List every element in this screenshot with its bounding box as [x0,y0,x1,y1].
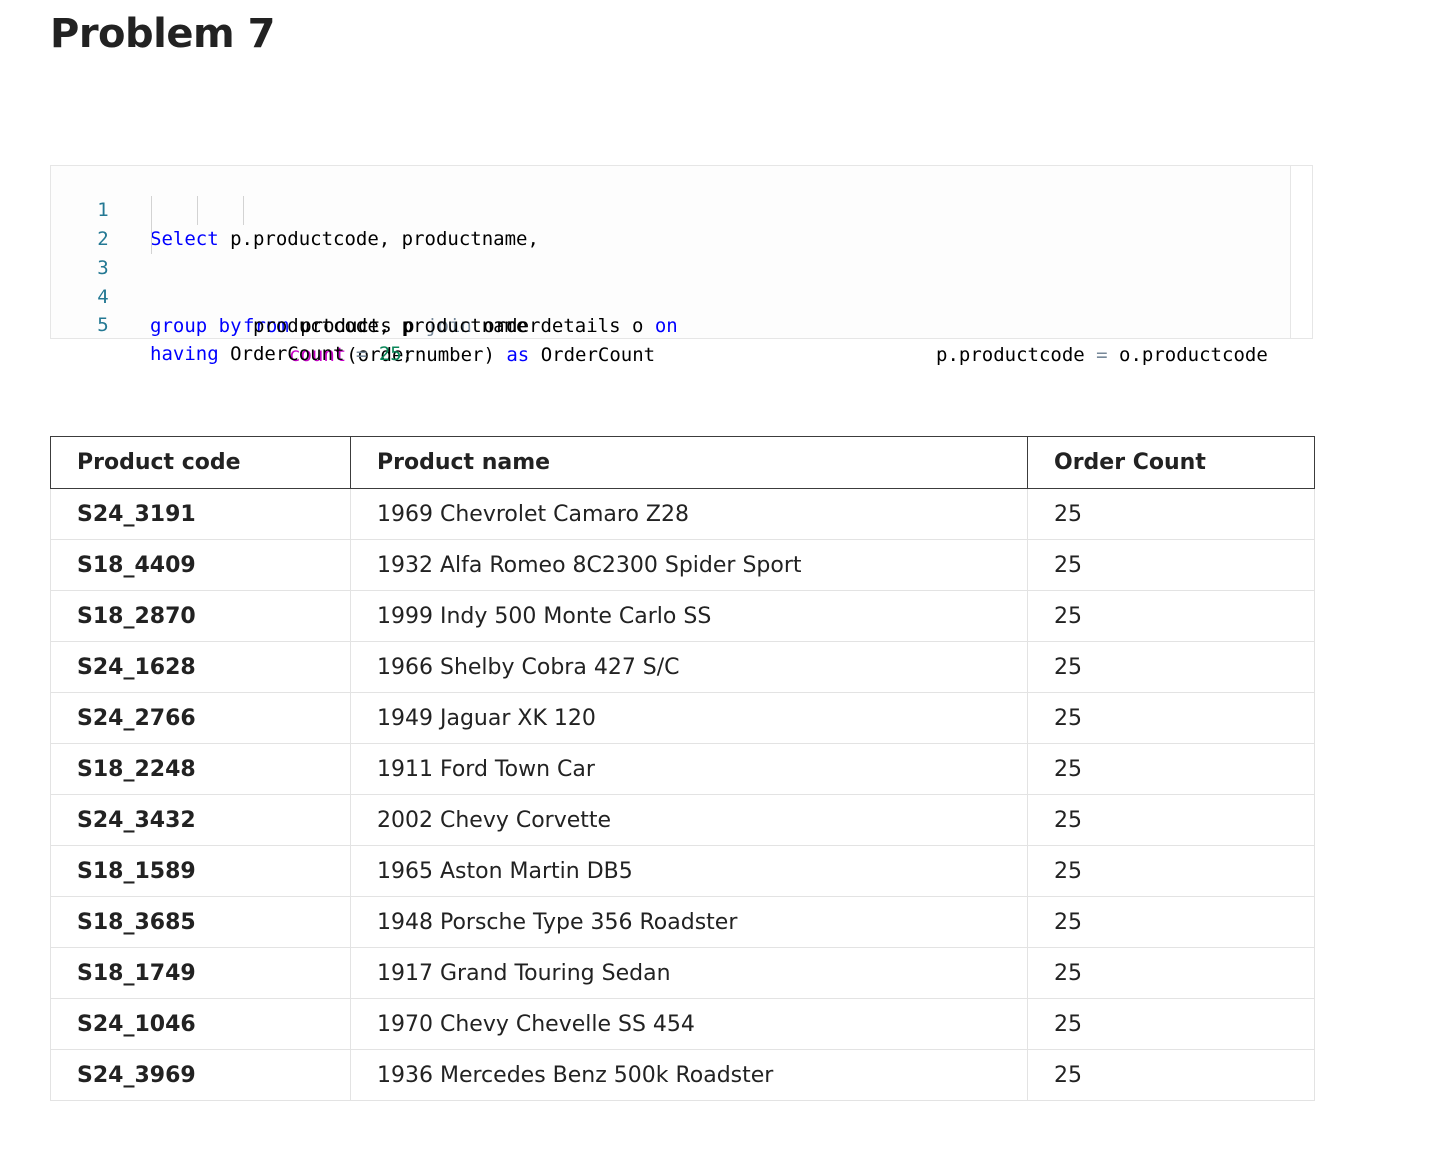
table-row: S18_1749 1917 Grand Touring Sedan 25 [50,947,1315,999]
column-header-product-name: Product name [350,436,1028,489]
code-text: having OrderCount = 25; [150,340,413,369]
code-token: = [1096,344,1108,366]
product-name-cell: 1917 Grand Touring Sedan [350,947,1028,999]
product-code-cell: S18_1749 [50,947,351,999]
code-line: 1 Select p.productcode, productname, [51,167,1291,250]
code-token: on [654,315,678,337]
table-row: S18_3685 1948 Porsche Type 356 Roadster 25 [50,896,1315,948]
table-row: S18_4409 1932 Alfa Romeo 8C2300 Spider Sp… [50,539,1315,591]
table-row: S18_1589 1965 Aston Martin DB5 25 [50,845,1315,897]
table-row: S24_2766 1949 Jaguar XK 120 25 [50,692,1315,744]
product-name-cell: 1911 Ford Town Car [350,743,1028,795]
order-count-cell: 25 [1027,641,1315,693]
table-row: S24_3191 1969 Chevrolet Camaro Z28 25 [50,488,1315,540]
table-row: S24_1046 1970 Chevy Chevelle SS 454 25 [50,998,1315,1050]
order-count-cell: 25 [1027,947,1315,999]
product-code-cell: S18_4409 [50,539,351,591]
product-code-cell: S24_1046 [50,998,351,1050]
product-name-cell: 1948 Porsche Type 356 Roadster [350,896,1028,948]
editor-scrollbar[interactable] [1290,166,1312,338]
code-token: 25 [378,343,402,365]
product-code-cell: S24_3969 [50,1049,351,1101]
order-count-cell: 25 [1027,539,1315,591]
product-code-cell: S18_2870 [50,590,351,642]
product-code-cell: S18_3685 [50,896,351,948]
order-count-cell: 25 [1027,845,1315,897]
product-name-cell: 1970 Chevy Chevelle SS 454 [350,998,1028,1050]
table-row: S24_3969 1936 Mercedes Benz 500k Roadster… [50,1049,1315,1101]
table-row: S18_2248 1911 Ford Town Car 25 [50,743,1315,795]
table-body: S24_3191 1969 Chevrolet Camaro Z28 25 S18_4… [50,488,1315,1101]
product-name-cell: 1966 Shelby Cobra 427 S/C [350,641,1028,693]
indent-guide [151,196,152,225]
product-name-cell: 1949 Jaguar XK 120 [350,692,1028,744]
code-line: 4 group by productcode, productname [51,254,1291,337]
page-title: Problem 7 [50,11,275,57]
code-token: having [150,343,219,365]
results-table: Product code Product name Order Count S2… [50,436,1315,1101]
table-row: S24_3432 2002 Chevy Corvette 25 [50,794,1315,846]
product-name-cell: 2002 Chevy Corvette [350,794,1028,846]
table-row: S18_2870 1999 Indy 500 Monte Carlo SS 25 [50,590,1315,642]
code-token: = [355,343,368,365]
order-count-cell: 25 [1027,794,1315,846]
product-code-cell: S24_2766 [50,692,351,744]
code-token: o.productcode [1107,344,1268,366]
code-text: p.productcode = o.productcode [936,341,1268,370]
line-number: 5 [97,314,109,336]
code-token: ; [401,343,414,365]
product-name-cell: 1932 Alfa Romeo 8C2300 Spider Sport [350,539,1028,591]
order-count-cell: 25 [1027,1049,1315,1101]
product-name-cell: 1999 Indy 500 Monte Carlo SS [350,590,1028,642]
table-row: S24_1628 1966 Shelby Cobra 427 S/C 25 [50,641,1315,693]
product-code-cell: S24_3191 [50,488,351,540]
code-token: productcode, productname [241,315,528,337]
product-code-cell: S24_3432 [50,794,351,846]
order-count-cell: 25 [1027,998,1315,1050]
product-code-cell: S18_1589 [50,845,351,897]
column-header-product-code: Product code [50,436,351,489]
order-count-cell: 25 [1027,896,1315,948]
code-token: OrderCount [529,344,656,366]
table-header-row: Product code Product name Order Count [50,436,1315,489]
code-editor[interactable]: 1 Select p.productcode, productname, 2 c… [50,165,1313,366]
code-token: p.productcode [936,344,1097,366]
code-token: OrderCount [218,343,356,365]
order-count-cell: 25 [1027,590,1315,642]
product-name-cell: 1969 Chevrolet Camaro Z28 [350,488,1028,540]
indent-guide [197,196,198,225]
code-line: 5 having OrderCount = 25; [51,282,1291,365]
order-count-cell: 25 [1027,692,1315,744]
code-token: group by [150,315,242,337]
code-text: group by productcode, productname [150,312,528,341]
code-line: 2 count(ordernumber) as OrderCount [51,196,1291,366]
indent-guide [151,225,152,254]
product-name-cell: 1965 Aston Martin DB5 [350,845,1028,897]
product-code-cell: S18_2248 [50,743,351,795]
indent-guide [243,196,244,225]
product-name-cell: 1936 Mercedes Benz 500k Roadster [350,1049,1028,1101]
order-count-cell: 25 [1027,488,1315,540]
product-code-cell: S24_1628 [50,641,351,693]
column-header-order-count: Order Count [1027,436,1315,489]
code-line: 3 from products p join orderdetails o on… [51,225,1291,366]
code-token: as [506,344,530,366]
order-count-cell: 25 [1027,743,1315,795]
